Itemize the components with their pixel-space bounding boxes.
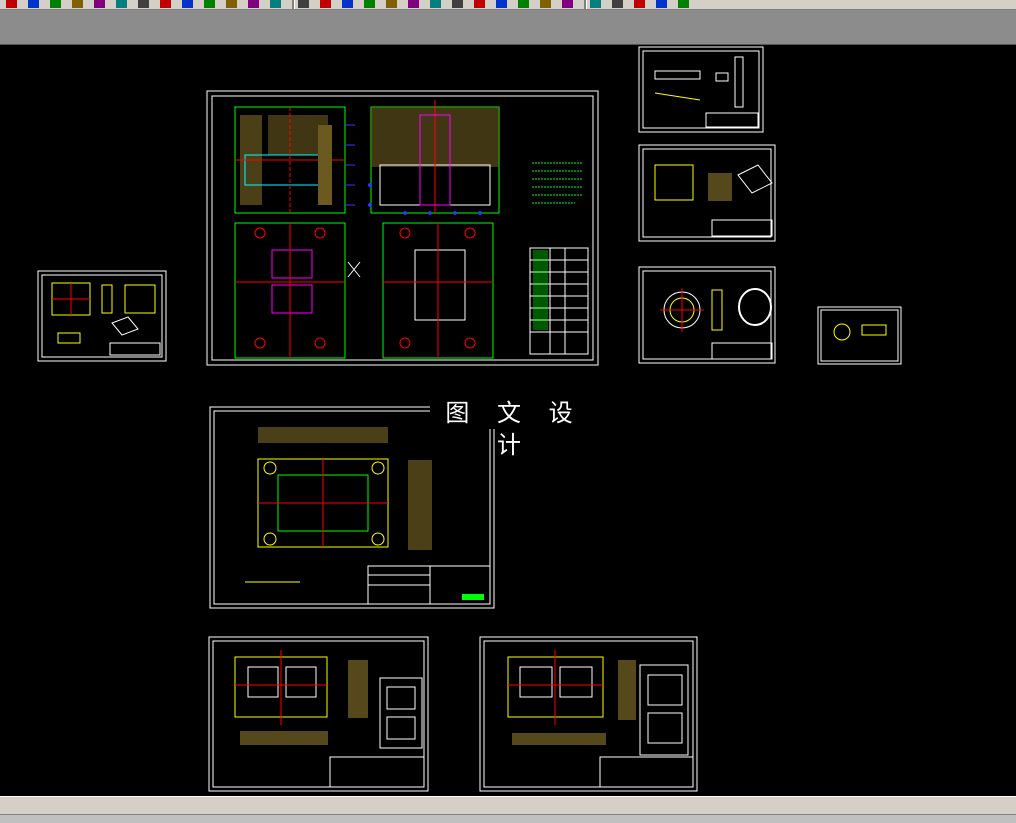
small-part-drawing-left[interactable] xyxy=(37,270,167,362)
part-drawing-top-right-1[interactable] xyxy=(638,46,764,133)
window-icon[interactable] xyxy=(364,0,375,8)
pan-icon[interactable] xyxy=(474,0,485,8)
dim-icon[interactable] xyxy=(540,0,551,8)
flag-icon[interactable] xyxy=(656,0,667,8)
text-icon[interactable] xyxy=(562,0,573,8)
toolbar-separator xyxy=(292,0,295,9)
table-icon[interactable] xyxy=(320,0,331,8)
cut-icon[interactable] xyxy=(204,0,215,8)
plate-drawing[interactable] xyxy=(209,406,495,609)
pencil-icon[interactable] xyxy=(270,0,281,8)
watermark-text: 图 文 设 计 xyxy=(430,397,598,459)
pin-icon[interactable] xyxy=(138,0,149,8)
status-bar xyxy=(0,796,1016,815)
help-icon[interactable] xyxy=(678,0,689,8)
find-icon[interactable] xyxy=(72,0,83,8)
orbit-icon[interactable] xyxy=(496,0,507,8)
mirror-icon[interactable] xyxy=(386,0,397,8)
cavity-drawing-left[interactable] xyxy=(208,636,429,792)
mold-assembly-drawing[interactable] xyxy=(206,90,599,366)
zoom-icon[interactable] xyxy=(430,0,441,8)
toolbar-area xyxy=(0,10,1016,45)
view-icon[interactable] xyxy=(452,0,463,8)
toolbar xyxy=(0,0,1016,10)
layer-icon[interactable] xyxy=(342,0,353,8)
snap-icon[interactable] xyxy=(226,0,237,8)
move-icon[interactable] xyxy=(6,0,17,8)
render-icon[interactable] xyxy=(518,0,529,8)
circle-icon[interactable] xyxy=(94,0,105,8)
tiny-part-drawing[interactable] xyxy=(817,306,902,365)
part-drawing-top-right-3[interactable] xyxy=(638,266,776,364)
clock-icon[interactable] xyxy=(248,0,259,8)
array-icon[interactable] xyxy=(408,0,419,8)
block-icon[interactable] xyxy=(612,0,623,8)
add-icon[interactable] xyxy=(182,0,193,8)
copy-icon[interactable] xyxy=(298,0,309,8)
toolbar-separator xyxy=(584,0,587,9)
part-drawing-top-right-2[interactable] xyxy=(638,144,776,242)
tool-icon[interactable] xyxy=(160,0,171,8)
grip-icon[interactable] xyxy=(28,0,39,8)
hatch-icon[interactable] xyxy=(590,0,601,8)
drawing-canvas[interactable]: 图 文 设 计 xyxy=(0,45,1016,796)
cavity-drawing-right[interactable] xyxy=(479,636,698,792)
lines-icon[interactable] xyxy=(116,0,127,8)
grid-icon[interactable] xyxy=(634,0,645,8)
print-icon[interactable] xyxy=(50,0,61,8)
